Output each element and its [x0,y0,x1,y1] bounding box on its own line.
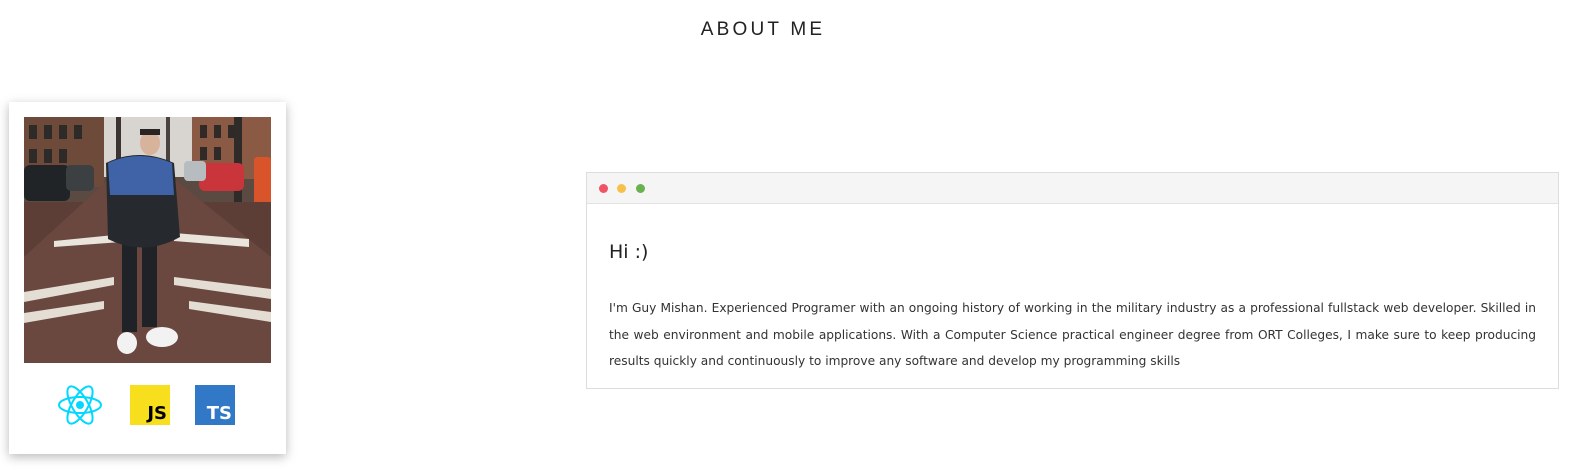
javascript-icon: JS [130,385,170,425]
react-icon [58,385,102,425]
typescript-icon: TS [195,385,235,425]
window-title-bar [587,173,1558,204]
greeting-heading: Hi :) [609,241,649,263]
about-window: Hi :) I'm Guy Mishan. Experienced Progra… [586,172,1559,389]
tech-stack-row: JS TS [9,385,286,425]
about-me-section: ABOUT ME JS TS Hi:) I'm Guy Mishan. Exp… [0,0,1587,470]
section-title: ABOUT ME [700,19,826,40]
bio-paragraph: I'm Guy Mishan. Experienced Programer wi… [609,301,1536,368]
javascript-icon-label: JS [147,403,167,424]
maximize-dot-icon [636,184,645,193]
profile-photo [24,117,271,363]
profile-card: JS TS [9,102,286,454]
minimize-dot-icon [617,184,626,193]
close-dot-icon [599,184,608,193]
window-content: Hi :) I'm Guy Mishan. Experienced Progra… [587,204,1558,375]
typescript-icon-label: TS [206,403,232,424]
